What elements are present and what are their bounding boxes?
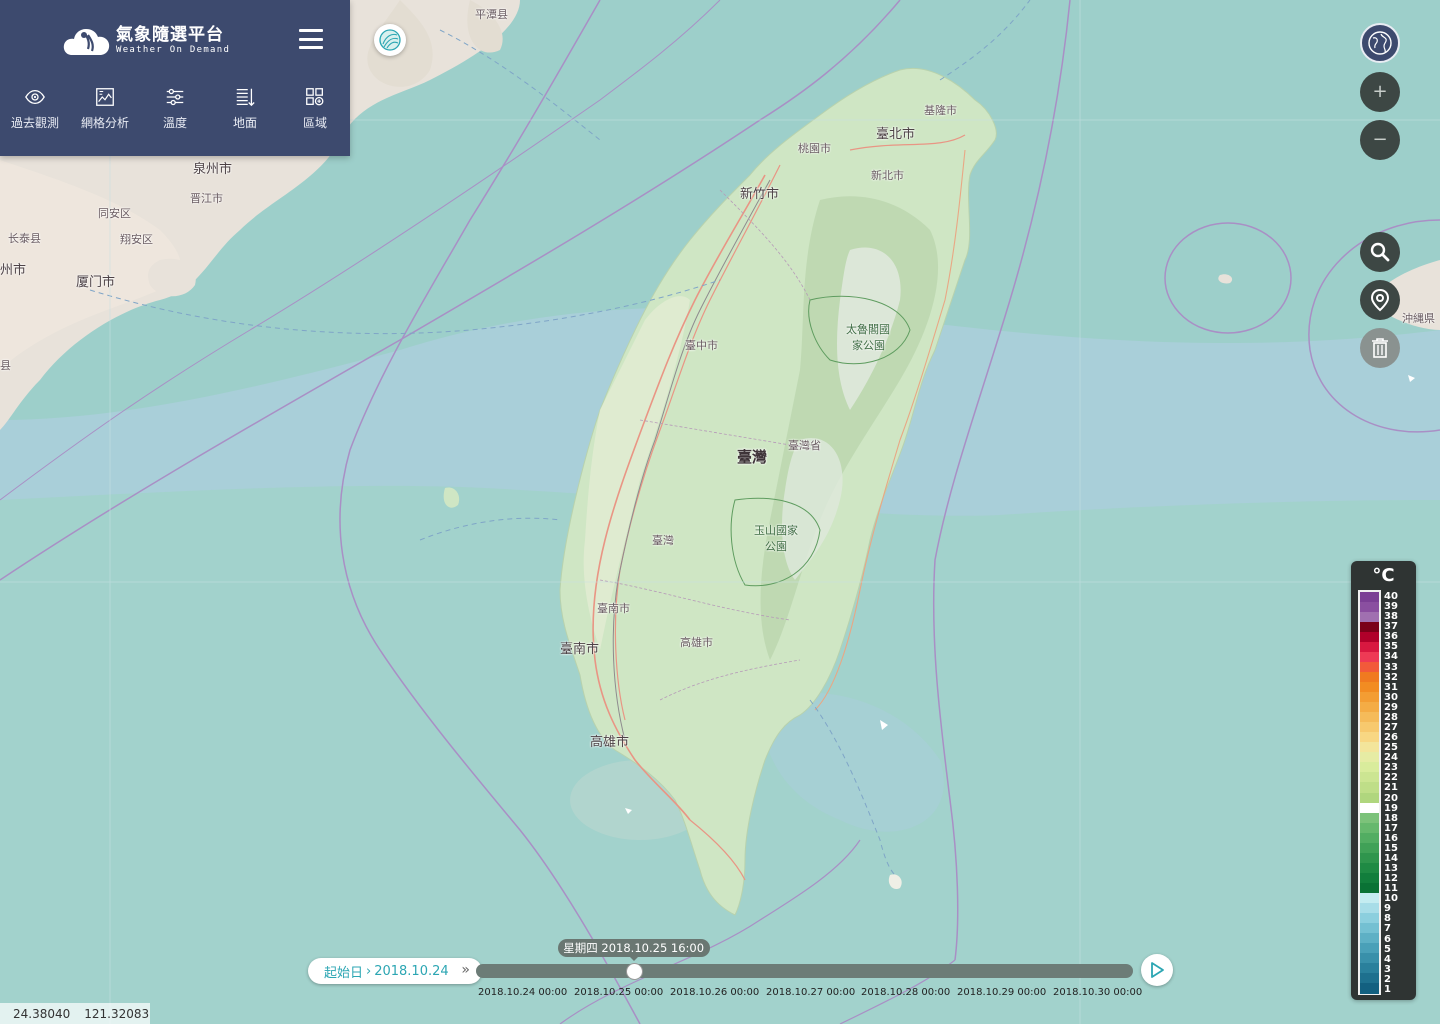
timeline-handle[interactable]	[625, 963, 643, 980]
tool-label: 網格分析	[80, 116, 129, 130]
trash-icon	[1372, 338, 1388, 358]
tool-past-observation[interactable]: 過去觀測	[0, 86, 70, 146]
tool-label: 溫度	[162, 116, 187, 130]
layer-toggle-button[interactable]	[374, 24, 406, 56]
menu-bar	[299, 46, 323, 49]
double-chevron-right-icon: »	[461, 962, 470, 978]
delete-button[interactable]	[1360, 328, 1400, 368]
play-button[interactable]	[1141, 954, 1173, 986]
legend-color-segment	[1360, 982, 1379, 994]
tool-surface[interactable]: 地面	[210, 86, 280, 146]
tool-grid-analysis[interactable]: 網格分析	[70, 86, 140, 146]
play-icon	[1151, 962, 1164, 978]
tool-label: 過去觀測	[10, 116, 59, 130]
menu-bar	[299, 29, 323, 32]
tooltip-tail	[628, 956, 639, 961]
hamburger-menu-button[interactable]	[296, 26, 326, 52]
longitude-value: 121.32083	[84, 1006, 150, 1021]
timeline-tick-label: 2018.10.30 00:00	[1053, 987, 1143, 998]
timeline-tick-label: 2018.10.25 00:00	[574, 987, 664, 998]
sliders-icon	[166, 88, 184, 106]
zoom-out-button[interactable]: −	[1360, 120, 1400, 160]
legend-tick-label: 21	[1384, 782, 1398, 794]
legend-ticks: 40 39 38 37 36 35 34 33 32 31 30 29 28 27 26 25 24 23 22 21…	[1383, 592, 1413, 995]
timeline-track[interactable]	[476, 964, 1133, 978]
main-panel: 氣象隨選平台 Weather On Demand 過去觀測 網格分析 溫度 地面…	[0, 0, 350, 156]
timeline-tick-label: 2018.10.27 00:00	[766, 987, 856, 998]
tool-temperature[interactable]: 溫度	[140, 86, 210, 146]
start-date-separator: ›	[366, 963, 372, 979]
latitude-value: 24.38040	[13, 1006, 71, 1021]
minus-icon: −	[1372, 129, 1388, 150]
app-subtitle: Weather On Demand	[116, 44, 231, 55]
chart-image-icon	[96, 88, 114, 106]
timeline-tick-label: 2018.10.28 00:00	[861, 987, 951, 998]
location-button[interactable]	[1360, 280, 1400, 320]
swirl-layer-icon	[379, 29, 401, 51]
app-title: 氣象隨選平台	[116, 24, 224, 45]
menu-bar	[299, 37, 323, 41]
timeline-tick-label: 2018.10.29 00:00	[957, 987, 1047, 998]
legend-tick-label: 20	[1384, 792, 1398, 804]
cloud-logo-icon	[63, 29, 110, 55]
tool-region[interactable]: 區域	[280, 86, 350, 146]
list-layers-icon	[236, 88, 255, 107]
globe-icon	[1368, 31, 1392, 55]
legend-tick-label: 1	[1384, 983, 1391, 995]
start-date-value: 2018.10.24	[374, 963, 449, 979]
grid-plus-icon	[306, 88, 324, 106]
timeline-tick-label: 2018.10.26 00:00	[670, 987, 760, 998]
start-date-label: 起始日	[324, 965, 364, 981]
eye-icon	[25, 89, 45, 105]
legend-unit: °C	[1372, 565, 1395, 586]
timeline-current-time: 星期四 2018.10.25 16:00	[557, 939, 710, 957]
map-pin-icon	[1370, 288, 1390, 312]
cursor-coordinates: 24.38040 121.32083	[0, 1003, 150, 1024]
legend-color-bar[interactable]	[1358, 590, 1381, 995]
tool-label: 地面	[232, 116, 257, 130]
timeline-tick-label: 2018.10.24 00:00	[478, 987, 568, 998]
plus-icon: +	[1372, 81, 1388, 102]
globe-button[interactable]	[1360, 23, 1400, 63]
search-button[interactable]	[1360, 232, 1400, 272]
temperature-legend: °C 40 39 38 37 36 35 34 33 32 31 30 29 28 27 26 25 24 23 2…	[1351, 561, 1416, 1000]
legend-tick-label: 34	[1384, 651, 1398, 663]
start-date-button[interactable]: 起始日 › 2018.10.24 »	[308, 958, 482, 984]
legend-tick-label: 7	[1384, 923, 1391, 935]
search-icon	[1370, 242, 1390, 262]
zoom-in-button[interactable]: +	[1360, 72, 1400, 112]
tool-bar: 過去觀測 網格分析 溫度 地面 區域	[0, 86, 350, 146]
tool-label: 區域	[302, 116, 327, 130]
brand-logo[interactable]: 氣象隨選平台 Weather On Demand	[62, 20, 230, 60]
